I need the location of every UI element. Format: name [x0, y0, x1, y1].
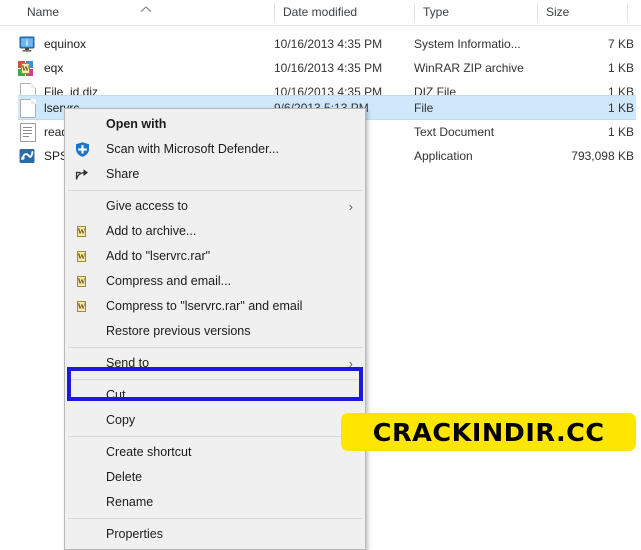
spss-application-icon [18, 147, 36, 165]
menu-item-label: Compress and email... [106, 274, 232, 288]
watermark-text: CRACKINDIR.CC [372, 417, 605, 447]
watermark-badge: CRACKINDIR.CC [341, 413, 636, 451]
cell-name: eqx [44, 61, 64, 75]
cell-size: 1 KB [607, 125, 634, 139]
cell-date-modified: 10/16/2013 4:35 PM [274, 61, 383, 75]
menu-item-label: Compress to "lservrc.rar" and email [106, 299, 303, 313]
menu-item-label: Copy [106, 413, 136, 427]
menu-separator [68, 379, 362, 380]
menu-item-label: Rename [106, 495, 154, 509]
menu-item-label: Scan with Microsoft Defender... [106, 142, 279, 156]
menu-item-label: Open with [106, 117, 167, 131]
cell-size: 7 KB [607, 37, 634, 51]
cell-name: equinox [44, 37, 87, 51]
menu-item-label: Send to [106, 356, 150, 370]
winrar-icon: W [77, 302, 86, 311]
menu-separator [68, 190, 362, 191]
text-document-icon [18, 123, 36, 142]
menu-item-label: Share [106, 167, 140, 181]
menu-separator [68, 436, 362, 437]
table-row[interactable]: i equinox 10/16/2013 4:35 PM System Info… [18, 32, 636, 56]
cell-size: 1 KB [607, 61, 634, 75]
menu-item-scan-with-microsoft-defender[interactable]: Scan with Microsoft Defender... [65, 137, 365, 162]
cell-size: 793,098 KB [571, 149, 634, 163]
menu-item-rename[interactable]: Rename [65, 490, 365, 515]
winrar-icon: W [77, 252, 86, 261]
column-divider-1[interactable] [274, 3, 275, 22]
menu-item-open-with[interactable]: Open with [65, 112, 365, 137]
menu-item-add-to-named-archive[interactable]: W Add to "lservrc.rar" [65, 244, 365, 269]
menu-item-label: Give access to [106, 199, 188, 213]
winrar-icon: W [77, 277, 86, 286]
menu-item-label: Add to archive... [106, 224, 197, 238]
menu-item-label: Restore previous versions [106, 324, 251, 338]
menu-item-restore-previous-versions[interactable]: Restore previous versions [65, 319, 365, 344]
chevron-right-icon: › [348, 356, 353, 371]
cell-size: 1 KB [607, 101, 634, 115]
menu-item-label: Create shortcut [106, 445, 192, 459]
column-header-row: Name Date modified Type Size [0, 0, 641, 26]
column-divider-2[interactable] [414, 3, 415, 22]
menu-item-label: Cut [106, 388, 126, 402]
menu-separator [68, 518, 362, 519]
menu-item-share[interactable]: Share [65, 162, 365, 187]
menu-item-properties[interactable]: Properties [65, 522, 365, 547]
column-divider-4[interactable] [627, 3, 628, 22]
chevron-right-icon: › [348, 199, 353, 214]
menu-item-send-to[interactable]: Send to › [65, 351, 365, 376]
menu-item-compress-to-named-archive-and-email[interactable]: W Compress to "lservrc.rar" and email [65, 294, 365, 319]
menu-item-compress-and-email[interactable]: W Compress and email... [65, 269, 365, 294]
menu-item-label: Delete [106, 470, 143, 484]
column-header-date-modified[interactable]: Date modified [274, 0, 414, 25]
winrar-icon: W [77, 227, 86, 236]
winrar-archive-icon: W [18, 59, 36, 77]
cell-date-modified: 10/16/2013 4:35 PM [274, 37, 383, 51]
menu-item-copy[interactable]: Copy [65, 408, 365, 433]
menu-item-add-to-archive[interactable]: W Add to archive... [65, 219, 365, 244]
defender-shield-icon [74, 141, 91, 158]
menu-item-give-access-to[interactable]: Give access to › [65, 194, 365, 219]
context-menu: Open with Scan with Microsoft Defender..… [64, 108, 366, 550]
menu-item-delete[interactable]: Delete [65, 465, 365, 490]
menu-item-create-shortcut[interactable]: Create shortcut [65, 440, 365, 465]
column-header-size[interactable]: Size [537, 0, 627, 25]
sort-ascending-chevron-icon [139, 1, 153, 12]
table-row[interactable]: W eqx 10/16/2013 4:35 PM WinRAR ZIP arch… [18, 56, 636, 80]
menu-item-cut[interactable]: Cut [65, 383, 365, 408]
column-divider-3[interactable] [537, 3, 538, 22]
menu-item-label: Add to "lservrc.rar" [106, 249, 211, 263]
menu-separator [68, 347, 362, 348]
system-information-icon: i [18, 35, 36, 53]
column-header-type[interactable]: Type [414, 0, 537, 25]
blank-file-icon [18, 99, 36, 118]
share-icon [74, 166, 91, 183]
